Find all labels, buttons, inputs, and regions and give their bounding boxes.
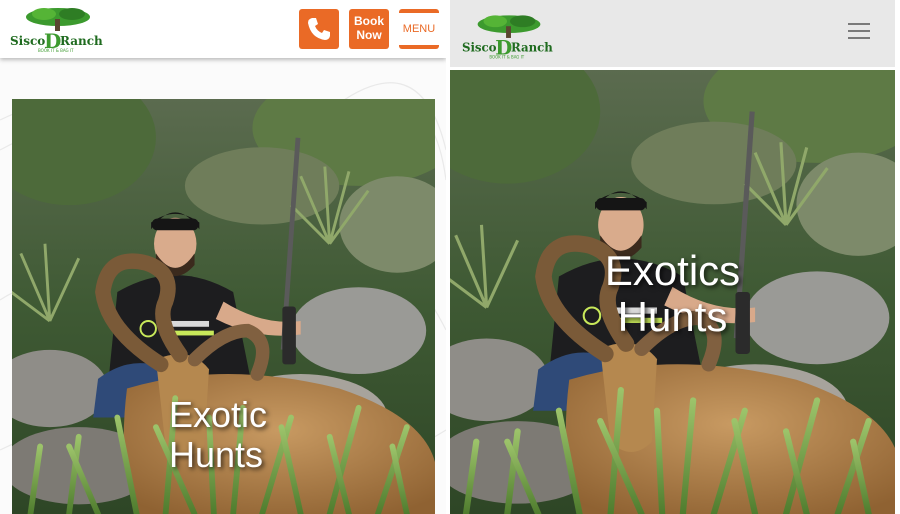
hero-caption-line2: Hunts <box>169 433 264 475</box>
book-now-line2: Now <box>356 28 382 42</box>
logo-tagline: BOOK IT & BAG IT <box>489 55 524 60</box>
sisco-d-ranch-logo[interactable]: Sisco D Ranch BOOK IT & BAG IT <box>460 11 558 61</box>
logo-brand-first: Sisco <box>462 41 497 55</box>
right-page-view: Sisco D Ranch BOOK IT & BAG IT Exotics H… <box>450 0 895 514</box>
hero-caption-line1: Exotics <box>604 247 741 294</box>
logo-brand-first: Sisco <box>10 34 45 48</box>
hero-hunt-photo[interactable]: Exotics Hunts <box>450 70 895 514</box>
menu-button[interactable]: MENU <box>399 9 439 49</box>
logo-brand-last: Ranch <box>511 41 553 55</box>
book-now-line1: Book <box>354 14 384 28</box>
site-header: Sisco D Ranch BOOK IT & BAG IT Book Now … <box>0 0 446 58</box>
site-header-alt: Sisco D Ranch BOOK IT & BAG IT <box>450 0 895 67</box>
sisco-d-ranch-logo[interactable]: Sisco D Ranch BOOK IT & BAG IT <box>8 5 108 53</box>
logo-tagline: BOOK IT & BAG IT <box>38 48 74 53</box>
hamburger-menu-icon[interactable] <box>848 23 872 39</box>
hero-caption-line2: Hunts <box>617 293 728 341</box>
hero-caption-line1: Exotic <box>169 394 268 435</box>
hero-caption: Exotic Hunts <box>169 395 267 474</box>
logo-brand-last: Ranch <box>60 34 103 48</box>
phone-icon <box>308 18 330 40</box>
left-page-view: Sisco D Ranch BOOK IT & BAG IT Book Now … <box>0 0 446 514</box>
hero-caption: Exotics Hunts <box>450 247 895 341</box>
book-now-button[interactable]: Book Now <box>349 9 389 49</box>
call-button[interactable] <box>299 9 339 49</box>
hero-hunt-photo[interactable]: Exotic Hunts <box>12 99 435 514</box>
